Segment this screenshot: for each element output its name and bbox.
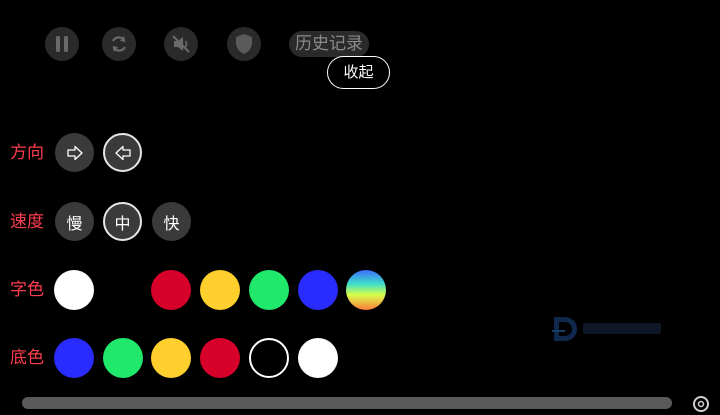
font-color-green-swatch[interactable] [249, 270, 289, 310]
speed-medium-button[interactable]: 中 [103, 202, 142, 241]
mute-button[interactable] [164, 27, 198, 61]
shield-button[interactable] [227, 27, 261, 61]
direction-label: 方向 [10, 143, 44, 163]
gear-icon[interactable] [690, 393, 712, 415]
bg-color-yellow-swatch[interactable] [151, 338, 191, 378]
pause-icon [56, 36, 68, 52]
arrow-left-icon [114, 145, 131, 160]
font-color-blue-swatch[interactable] [298, 270, 338, 310]
font-color-label: 字色 [10, 280, 44, 300]
bg-color-white-swatch[interactable] [298, 338, 338, 378]
bg-color-black-swatch[interactable] [249, 338, 289, 378]
shield-icon [236, 34, 252, 54]
collapse-button[interactable]: 收起 [327, 56, 390, 89]
bg-color-blue-swatch[interactable] [54, 338, 94, 378]
pause-button[interactable] [45, 27, 79, 61]
watermark-logo-icon [552, 317, 661, 341]
mute-icon [172, 35, 190, 53]
font-color-red-swatch[interactable] [151, 270, 191, 310]
speed-fast-button[interactable]: 快 [152, 202, 191, 241]
arrow-right-icon [66, 145, 83, 160]
font-color-rainbow-swatch[interactable] [346, 270, 386, 310]
bg-color-red-swatch[interactable] [200, 338, 240, 378]
direction-left-button[interactable] [103, 133, 142, 172]
refresh-icon [112, 36, 126, 52]
refresh-button[interactable] [102, 27, 136, 61]
history-button[interactable]: 历史记录 [289, 31, 369, 57]
font-color-white-swatch[interactable] [54, 270, 94, 310]
bg-color-green-swatch[interactable] [103, 338, 143, 378]
bg-color-label: 底色 [10, 348, 44, 368]
direction-right-button[interactable] [55, 133, 94, 172]
font-color-black-swatch[interactable] [103, 270, 143, 310]
font-color-yellow-swatch[interactable] [200, 270, 240, 310]
bottom-input-bar[interactable] [22, 397, 672, 409]
speed-slow-button[interactable]: 慢 [55, 202, 94, 241]
speed-label: 速度 [10, 212, 44, 232]
